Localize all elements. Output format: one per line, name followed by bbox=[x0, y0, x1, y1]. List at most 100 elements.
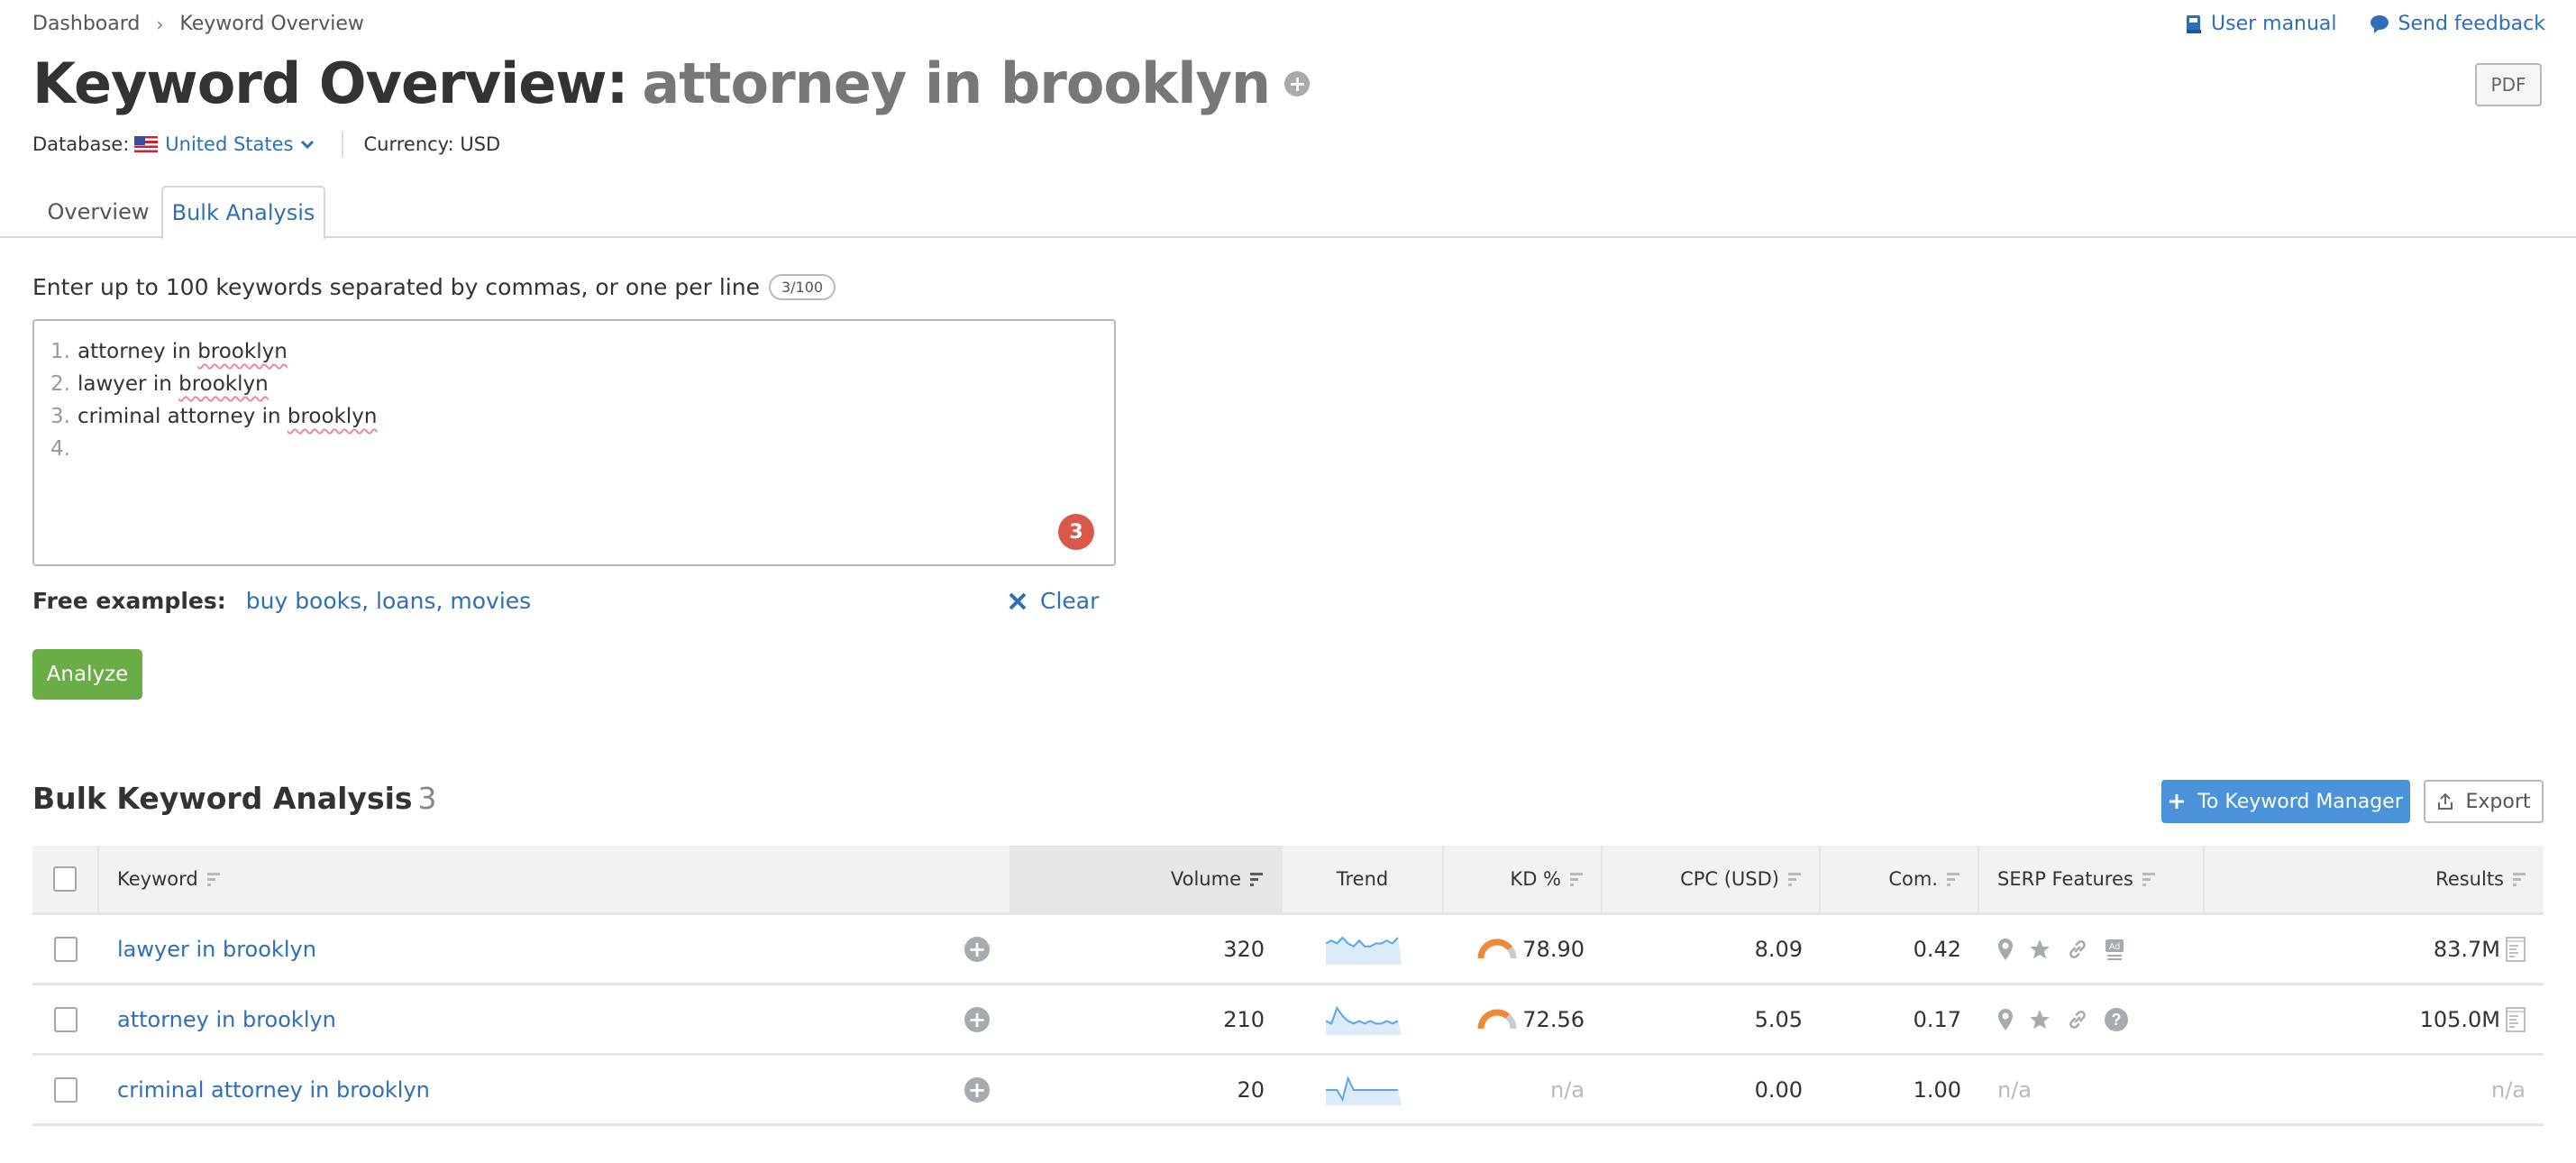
keyword-line: 3. criminal attorney in brooklyn bbox=[50, 400, 1114, 433]
breadcrumb-dashboard[interactable]: Dashboard bbox=[32, 13, 140, 35]
map-pin-icon bbox=[1998, 938, 2013, 960]
col-trend-label: Trend bbox=[1336, 868, 1389, 890]
tab-bulk-analysis[interactable]: Bulk Analysis bbox=[161, 186, 325, 240]
table-row: criminal attorney in brooklyn + 20 n/a 0… bbox=[32, 1056, 2544, 1126]
row-checkbox[interactable] bbox=[54, 936, 78, 962]
table-header: Keyword Volume Trend KD % CPC (USD) Com.… bbox=[32, 846, 2544, 915]
keyword-line: 2. lawyer in brooklyn bbox=[50, 368, 1114, 400]
results-title: Bulk Keyword Analysis 3 bbox=[32, 781, 437, 816]
col-serp[interactable]: SERP Features bbox=[1979, 846, 2205, 912]
col-com[interactable]: Com. bbox=[1821, 846, 1979, 912]
col-kd[interactable]: KD % bbox=[1444, 846, 1603, 912]
kd-value: 72.56 bbox=[1477, 1007, 1585, 1032]
serp-features: n/a bbox=[1997, 1076, 2032, 1103]
col-keyword[interactable]: Keyword bbox=[99, 846, 1009, 912]
user-manual-link[interactable]: User manual bbox=[2186, 13, 2337, 35]
keyword-cell: attorney in brooklyn bbox=[99, 985, 1009, 1053]
send-feedback-label: Send feedback bbox=[2398, 13, 2545, 35]
trend-sparkline bbox=[1325, 1075, 1402, 1105]
database-selector[interactable]: United States bbox=[165, 133, 315, 155]
line-text: attorney in bbox=[78, 340, 198, 363]
add-to-list-icon[interactable]: + bbox=[964, 1076, 990, 1103]
results-table: Keyword Volume Trend KD % CPC (USD) Com.… bbox=[32, 846, 2544, 1126]
row-checkbox[interactable] bbox=[54, 1076, 78, 1103]
select-all-checkbox[interactable] bbox=[53, 866, 77, 892]
add-keyword-icon[interactable]: + bbox=[1284, 70, 1311, 96]
kd-cell: 72.56 bbox=[1444, 985, 1603, 1053]
to-keyword-manager-button[interactable]: To Keyword Manager bbox=[2161, 780, 2410, 823]
results-value: n/a bbox=[2490, 1076, 2526, 1103]
col-cpc[interactable]: CPC (USD) bbox=[1603, 846, 1821, 912]
serp-snapshot-icon[interactable] bbox=[2506, 1006, 2526, 1032]
trend-cell bbox=[1283, 1056, 1444, 1123]
sort-desc-icon bbox=[1250, 872, 1263, 886]
clear-button[interactable]: Clear bbox=[1008, 588, 1099, 614]
results-cell: n/a bbox=[2205, 1056, 2544, 1123]
trend-sparkline bbox=[1325, 1005, 1402, 1035]
col-serp-label: SERP Features bbox=[1997, 868, 2133, 890]
tab-bar: Overview Bulk Analysis bbox=[0, 186, 2576, 240]
keywords-textarea[interactable]: 1. attorney in brooklyn 2. lawyer in bro… bbox=[32, 319, 1116, 566]
trend-cell bbox=[1283, 915, 1444, 983]
error-count-badge: 3 bbox=[1058, 514, 1094, 550]
add-to-list-icon[interactable]: + bbox=[964, 936, 990, 962]
col-volume[interactable]: Volume bbox=[1009, 846, 1283, 912]
keyword-link[interactable]: lawyer in brooklyn bbox=[117, 937, 316, 962]
results-cell: 105.0M bbox=[2205, 985, 2544, 1053]
send-feedback-link[interactable]: Send feedback bbox=[2370, 13, 2545, 35]
col-results[interactable]: Results bbox=[2205, 846, 2544, 912]
row-checkbox[interactable] bbox=[54, 1006, 78, 1032]
chevron-down-icon bbox=[301, 140, 315, 150]
kd-gauge-icon bbox=[1477, 938, 1517, 958]
col-com-label: Com. bbox=[1888, 868, 1938, 890]
select-all-cell bbox=[32, 846, 99, 912]
line-number: 4. bbox=[50, 437, 70, 461]
table-body: lawyer in brooklyn + 320 78.90 8.09 0.42… bbox=[32, 915, 2544, 1126]
com-cell: 0.42 bbox=[1913, 936, 1961, 962]
top-links: User manual Send feedback bbox=[2186, 13, 2545, 35]
currency-label: Currency: USD bbox=[363, 133, 501, 155]
col-kd-label: KD % bbox=[1510, 868, 1561, 890]
misspelled-word: brooklyn bbox=[178, 372, 269, 396]
sort-icon bbox=[1570, 872, 1583, 886]
kd-value: n/a bbox=[1549, 1076, 1585, 1103]
keyword-line: 4. bbox=[50, 433, 1114, 465]
line-text: criminal attorney in bbox=[78, 405, 288, 428]
serp-cell: n/a bbox=[1979, 1056, 2205, 1123]
results-number: 105.0M bbox=[2419, 1006, 2500, 1032]
col-results-label: Results bbox=[2435, 868, 2504, 890]
cpc-cell: 8.09 bbox=[1754, 936, 1803, 962]
keyword-link[interactable]: attorney in brooklyn bbox=[117, 1007, 336, 1032]
trend-sparkline bbox=[1325, 936, 1402, 965]
row-select-cell bbox=[32, 985, 99, 1053]
free-examples-link[interactable]: buy books, loans, movies bbox=[246, 588, 531, 614]
add-to-list-icon[interactable]: + bbox=[964, 1006, 990, 1032]
question-icon: ? bbox=[2105, 1007, 2128, 1031]
to-keyword-manager-label: To Keyword Manager bbox=[2197, 790, 2403, 813]
row-select-cell bbox=[32, 915, 99, 983]
chat-bubble-icon bbox=[2370, 14, 2389, 33]
export-button[interactable]: Export bbox=[2424, 780, 2544, 823]
keyword-counter: 3/100 bbox=[768, 274, 836, 300]
results-title-text: Bulk Keyword Analysis bbox=[32, 781, 413, 816]
analyze-button[interactable]: Analyze bbox=[32, 649, 142, 700]
serp-features: Ad bbox=[1979, 938, 2125, 961]
volume-cell: 210 bbox=[1223, 1006, 1265, 1032]
col-keyword-label: Keyword bbox=[117, 868, 198, 890]
input-instructions: Enter up to 100 keywords separated by co… bbox=[32, 274, 836, 300]
pdf-button[interactable]: PDF bbox=[2475, 63, 2542, 106]
keyword-link[interactable]: criminal attorney in brooklyn bbox=[117, 1077, 430, 1103]
line-number: 2. bbox=[50, 372, 70, 396]
sort-icon bbox=[2513, 872, 2526, 886]
free-examples-label: Free examples: bbox=[32, 588, 226, 614]
title-keyword: attorney in brooklyn bbox=[642, 50, 1271, 116]
row-select-cell bbox=[32, 1056, 99, 1123]
line-text: lawyer in bbox=[78, 372, 179, 396]
serp-snapshot-icon[interactable] bbox=[2506, 936, 2526, 962]
tab-overview[interactable]: Overview bbox=[32, 186, 164, 238]
plus-icon bbox=[2170, 794, 2185, 809]
star-icon bbox=[2030, 1009, 2050, 1029]
clear-label: Clear bbox=[1040, 588, 1100, 614]
trend-cell bbox=[1283, 985, 1444, 1053]
sort-icon bbox=[1788, 872, 1801, 886]
